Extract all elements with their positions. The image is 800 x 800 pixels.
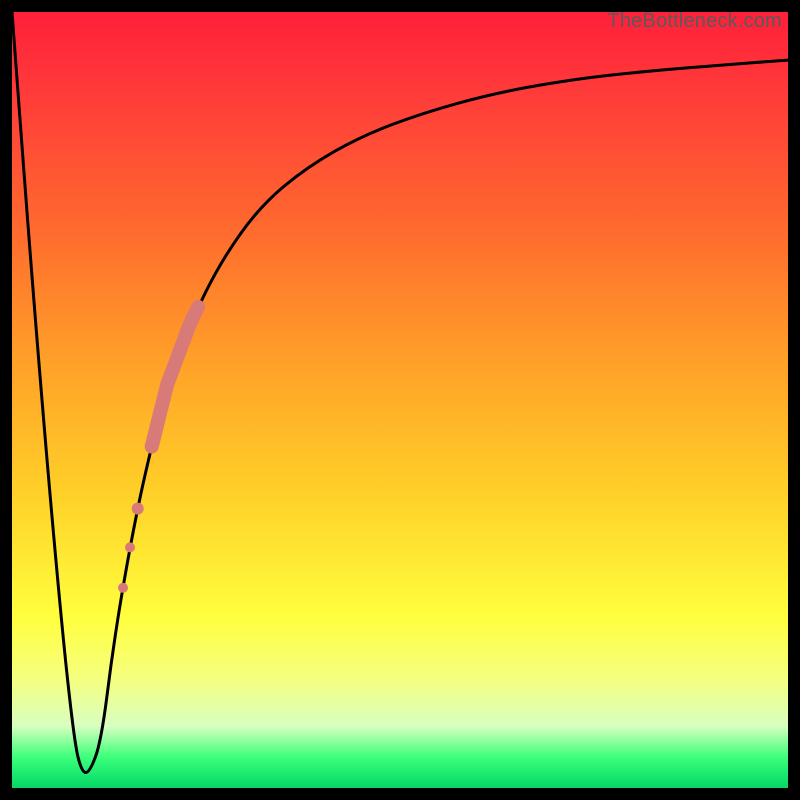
bottleneck-curve-path bbox=[12, 12, 788, 773]
watermark-text: TheBottleneck.com bbox=[607, 10, 782, 33]
chart-svg bbox=[12, 12, 788, 788]
highlight-dot bbox=[132, 503, 144, 515]
highlight-band-path bbox=[152, 307, 199, 447]
chart-stage: TheBottleneck.com bbox=[0, 0, 800, 800]
highlight-dot bbox=[125, 542, 135, 552]
chart-plot-area: TheBottleneck.com bbox=[12, 12, 788, 788]
highlight-dot bbox=[118, 583, 128, 593]
highlight-dot-group bbox=[118, 503, 144, 593]
